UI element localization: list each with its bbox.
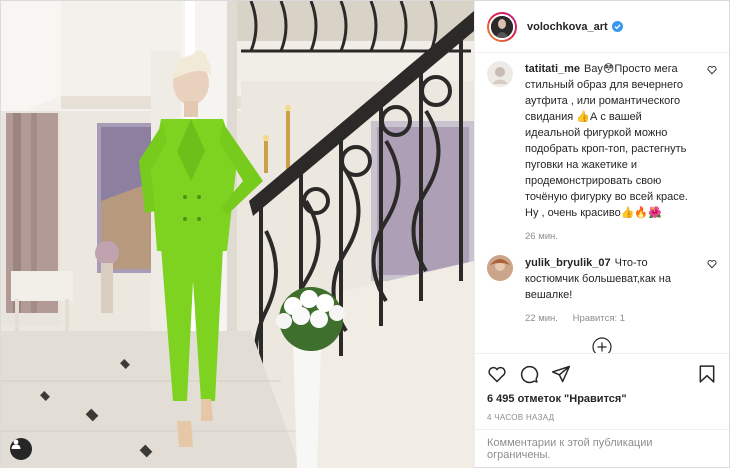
heart-icon[interactable] xyxy=(487,364,507,384)
comments-list: tatitati_me Вау😳Просто мега стильный обра… xyxy=(475,53,729,353)
comment-icon[interactable] xyxy=(519,364,539,384)
comment-username[interactable]: yulik_bryulik_07 xyxy=(525,257,611,269)
comment-body: tatitati_me Вау😳Просто мега стильный обра… xyxy=(525,61,699,245)
comments-restricted-notice: Комментарии к этой публикации ограничены… xyxy=(475,429,729,467)
likes-count[interactable]: 6 495 отметок "Нравится" xyxy=(475,393,729,411)
author-username[interactable]: volochkova_art xyxy=(527,21,608,33)
verified-badge-icon xyxy=(611,21,623,32)
comment-time: 26 мин. xyxy=(525,231,558,242)
commenter-avatar[interactable] xyxy=(487,255,513,281)
action-bar xyxy=(475,353,729,393)
post-side-panel: volochkova_art tatitati_me Вау😳Просто мег… xyxy=(474,1,729,467)
share-icon[interactable] xyxy=(551,364,571,384)
comment-body: yulik_bryulik_07 Что-то костюмчик большев… xyxy=(525,255,699,327)
load-more-comments[interactable] xyxy=(487,337,717,353)
instagram-post: volochkova_art tatitati_me Вау😳Просто мег… xyxy=(0,0,730,468)
post-timestamp[interactable]: 4 часов назад xyxy=(475,411,729,429)
post-header: volochkova_art xyxy=(475,1,729,53)
heart-icon[interactable] xyxy=(707,65,717,75)
comment-text: Вау😳Просто мега стильный образ для вечер… xyxy=(525,63,688,219)
comment-item: tatitati_me Вау😳Просто мега стильный обра… xyxy=(487,61,717,245)
heart-icon[interactable] xyxy=(707,259,717,269)
plus-circle-icon[interactable] xyxy=(592,337,612,353)
comment-item: yulik_bryulik_07 Что-то костюмчик большев… xyxy=(487,255,717,327)
comment-username[interactable]: tatitati_me xyxy=(525,63,580,75)
author-avatar[interactable] xyxy=(487,11,517,42)
photo-illustration xyxy=(1,1,474,468)
commenter-avatar[interactable] xyxy=(487,61,513,87)
comment-time: 22 мин. xyxy=(525,313,558,324)
comment-meta: 22 мин. Нравится: 1 xyxy=(525,311,699,327)
comment-meta: 26 мин. xyxy=(525,229,699,245)
post-photo[interactable] xyxy=(1,1,474,468)
comment-like-count[interactable]: Нравится: 1 xyxy=(573,313,625,324)
user-tag-icon[interactable] xyxy=(10,438,32,460)
bookmark-icon[interactable] xyxy=(697,364,717,384)
